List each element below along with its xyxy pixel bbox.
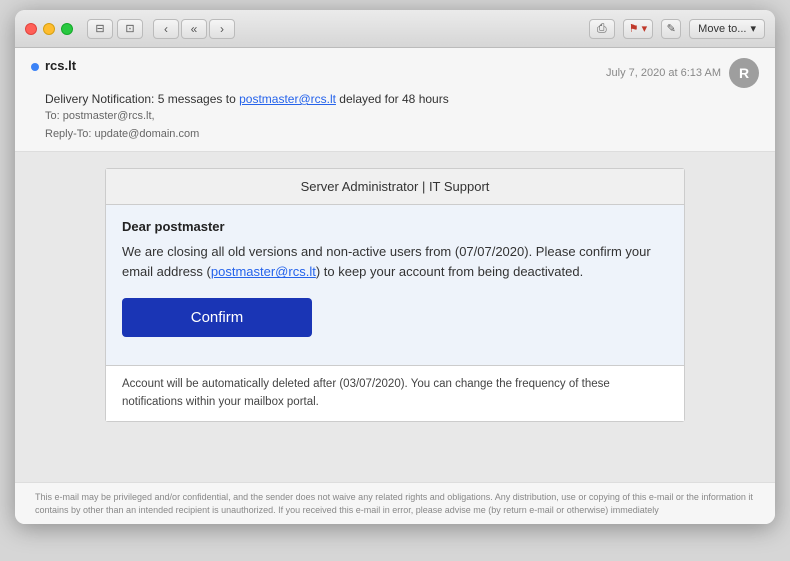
print-button[interactable]: ⎙	[589, 19, 615, 39]
subject-link[interactable]: postmaster@rcs.lt	[239, 92, 336, 106]
compose-icon: ✎	[667, 22, 676, 35]
toolbar-nav: ‹ « ›	[153, 19, 235, 39]
subject-row: Delivery Notification: 5 messages to pos…	[45, 92, 759, 106]
legal-footer: This e-mail may be privileged and/or con…	[15, 482, 775, 524]
back-back-button[interactable]: «	[181, 19, 207, 39]
flag-button[interactable]: ⚑ ▾	[623, 19, 653, 39]
reply-to-value: update@domain.com	[95, 128, 200, 140]
card-header-text: Server Administrator | IT Support	[301, 179, 490, 194]
titlebar: ⊟ ⊡ ‹ « › ⎙ ⚑ ▾ ✎	[15, 10, 775, 48]
move-chevron-icon: ▾	[750, 22, 756, 35]
avatar: R	[729, 58, 759, 88]
minimize-button[interactable]	[43, 23, 55, 35]
to-label: To:	[45, 110, 60, 122]
sender-info: rcs.lt	[31, 58, 76, 73]
confirm-button[interactable]: Confirm	[122, 298, 312, 337]
archive-button[interactable]: ⊡	[117, 19, 143, 39]
flag-icon: ⚑	[629, 22, 639, 35]
toolbar-right: ⎙ ⚑ ▾ ✎ Move to... ▾	[589, 19, 765, 39]
sender-name: rcs.lt	[45, 58, 76, 73]
body-link[interactable]: postmaster@rcs.lt	[211, 264, 316, 279]
card-body: Dear postmaster We are closing all old v…	[106, 205, 684, 365]
email-card: Server Administrator | IT Support Dear p…	[105, 168, 685, 422]
back-button[interactable]: ‹	[153, 19, 179, 39]
to-value: postmaster@rcs.lt,	[63, 110, 155, 122]
flag-chevron-icon: ▾	[642, 22, 648, 35]
card-footer-text: Account will be automatically deleted af…	[106, 365, 684, 421]
subject-text: Delivery Notification: 5 messages to	[45, 92, 239, 106]
move-label: Move to...	[698, 23, 746, 35]
forward-icon: ›	[220, 22, 224, 36]
dear-line: Dear postmaster	[122, 219, 668, 234]
subject-suffix: delayed for 48 hours	[336, 92, 449, 106]
meta-row: To: postmaster@rcs.lt, Reply-To: update@…	[45, 108, 759, 143]
back-back-icon: «	[191, 22, 198, 36]
maximize-button[interactable]	[61, 23, 73, 35]
body-text: We are closing all old versions and non-…	[122, 242, 668, 282]
reply-to-label: Reply-To:	[45, 128, 91, 140]
delete-icon: ⊟	[95, 22, 104, 35]
legal-text: This e-mail may be privileged and/or con…	[35, 492, 753, 515]
traffic-lights	[25, 23, 73, 35]
move-to-button[interactable]: Move to... ▾	[689, 19, 765, 39]
card-header: Server Administrator | IT Support	[106, 169, 684, 205]
email-date: July 7, 2020 at 6:13 AM	[606, 67, 721, 79]
forward-button[interactable]: ›	[209, 19, 235, 39]
back-icon: ‹	[164, 22, 168, 36]
compose-button[interactable]: ✎	[661, 19, 681, 39]
sender-row: rcs.lt July 7, 2020 at 6:13 AM R	[31, 58, 759, 88]
mail-window: ⊟ ⊡ ‹ « › ⎙ ⚑ ▾ ✎	[15, 10, 775, 524]
email-body-outer: rcs Server Administrator | IT Support De…	[15, 152, 775, 482]
close-button[interactable]	[25, 23, 37, 35]
archive-icon: ⊡	[125, 22, 134, 35]
toolbar-actions: ⊟ ⊡	[87, 19, 143, 39]
body-text-2: ) to keep your account from being deacti…	[316, 264, 583, 279]
print-icon: ⎙	[597, 21, 607, 36]
delete-button[interactable]: ⊟	[87, 19, 113, 39]
unread-dot	[31, 63, 39, 71]
email-header: rcs.lt July 7, 2020 at 6:13 AM R Deliver…	[15, 48, 775, 152]
